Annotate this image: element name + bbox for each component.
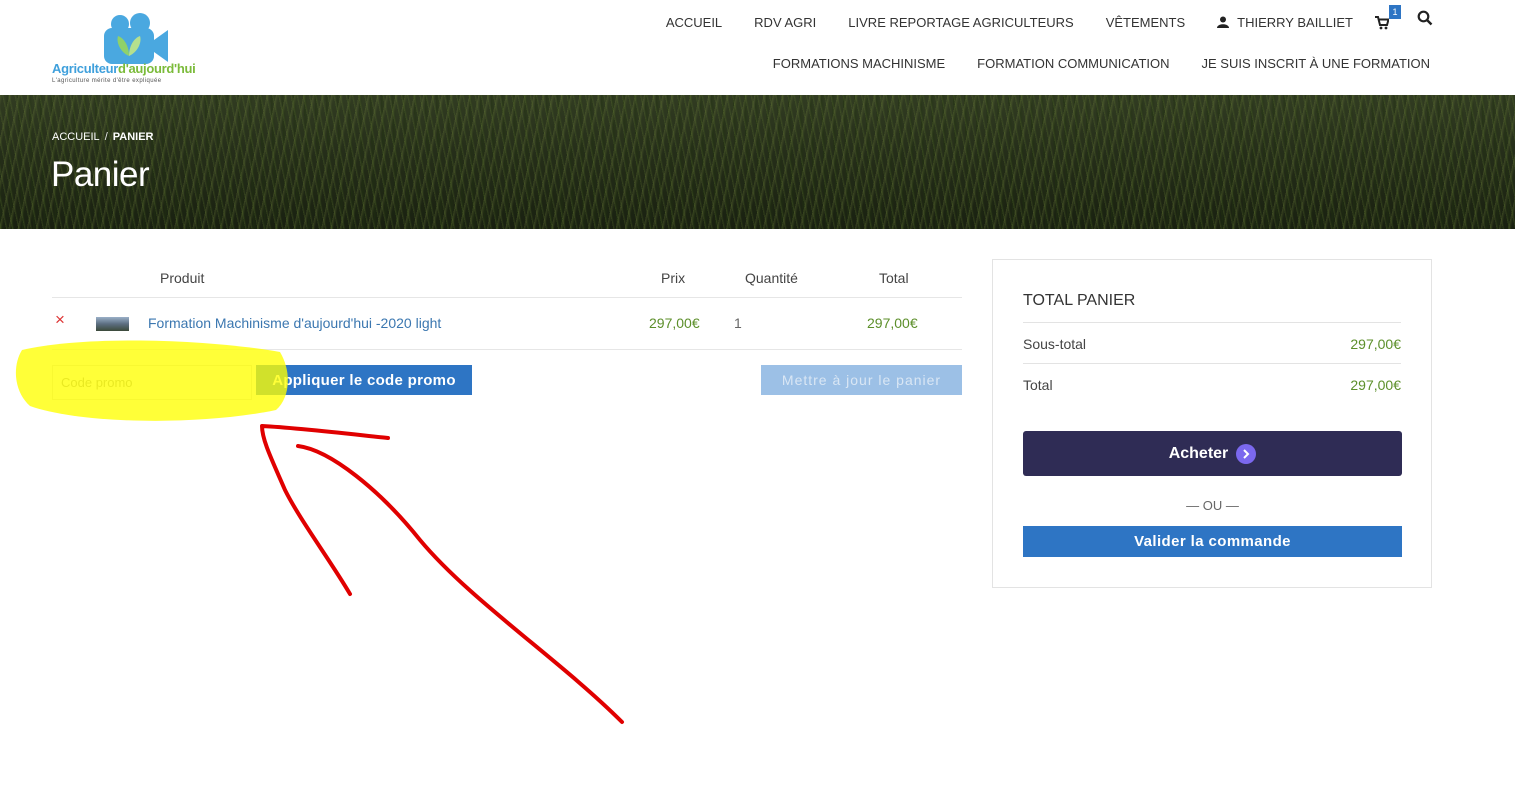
- camera-logo-icon: [104, 13, 168, 64]
- hero-overlay: [0, 95, 1515, 229]
- breadcrumb-current: PANIER: [112, 131, 154, 143]
- validate-order-button[interactable]: Valider la commande: [1023, 526, 1402, 557]
- cart-table-header: Produit Prix Quantité Total: [52, 262, 962, 298]
- nav-item-rdv-agri[interactable]: RDV AGRI: [754, 15, 816, 30]
- user-name: THIERRY BAILLIET: [1237, 14, 1353, 30]
- update-cart-button[interactable]: Mettre à jour le panier: [761, 365, 962, 395]
- header-product: Produit: [160, 270, 205, 286]
- user-icon: [1217, 16, 1230, 28]
- main-nav-row-1: ACCUEIL RDV AGRI LIVRE REPORTAGE AGRICUL…: [634, 13, 1431, 31]
- promo-code-input[interactable]: [52, 365, 252, 400]
- nav-item-user-account[interactable]: THIERRY BAILLIET: [1217, 15, 1353, 30]
- cart-totals-title: TOTAL PANIER: [1023, 292, 1136, 309]
- product-thumbnail[interactable]: [96, 317, 129, 331]
- main-nav-row-2: FORMATIONS MACHINISME FORMATION COMMUNIC…: [741, 54, 1430, 72]
- cart-count-badge: 1: [1389, 5, 1401, 19]
- nav-item-formation-communication[interactable]: FORMATION COMMUNICATION: [977, 56, 1169, 71]
- subtotal-row: Sous-total 297,00€: [1023, 336, 1401, 352]
- cart-row: × Formation Machinisme d'aujourd'hui -20…: [52, 298, 962, 350]
- buy-button-label: Acheter: [1168, 444, 1229, 462]
- site-logo[interactable]: Agriculteurd'aujourd'hui L'agriculture m…: [52, 8, 212, 88]
- item-price: 297,00€: [649, 315, 700, 331]
- apply-promo-button[interactable]: Appliquer le code promo: [256, 365, 472, 395]
- header-total: Total: [879, 270, 909, 286]
- product-name-link[interactable]: Formation Machinisme d'aujourd'hui -2020…: [148, 315, 441, 331]
- page-title: Panier: [51, 155, 150, 194]
- breadcrumb-separator: /: [104, 131, 108, 143]
- total-label: Total: [1023, 377, 1053, 393]
- subtotal-value: 297,00€: [1350, 336, 1401, 352]
- item-total: 297,00€: [867, 315, 918, 331]
- search-button[interactable]: [1417, 10, 1433, 26]
- header-price: Prix: [661, 270, 686, 286]
- nav-item-accueil[interactable]: ACCUEIL: [666, 15, 722, 30]
- total-value: 297,00€: [1350, 377, 1401, 393]
- header-quantity: Quantité: [745, 270, 798, 286]
- nav-item-livre-reportage[interactable]: LIVRE REPORTAGE AGRICULTEURS: [848, 15, 1073, 30]
- breadcrumb: ACCUEIL / PANIER: [52, 131, 154, 143]
- cart-table: Produit Prix Quantité Total × Formation …: [52, 262, 962, 410]
- nav-item-formations-machinisme[interactable]: FORMATIONS MACHINISME: [773, 56, 945, 71]
- search-icon: [1417, 10, 1433, 26]
- nav-item-inscrit-formation[interactable]: JE SUIS INSCRIT À UNE FORMATION: [1202, 56, 1430, 71]
- hero-banner: ACCUEIL / PANIER Panier: [0, 95, 1515, 229]
- subtotal-label: Sous-total: [1023, 336, 1087, 352]
- or-separator: — OU —: [1186, 498, 1239, 513]
- total-row: Total 297,00€: [1023, 377, 1401, 393]
- breadcrumb-home[interactable]: ACCUEIL: [52, 131, 100, 143]
- cart-totals-box: TOTAL PANIER Sous-total 297,00€ Total 29…: [992, 259, 1432, 588]
- cart-actions: Appliquer le code promo Mettre à jour le…: [52, 350, 962, 410]
- site-header: Agriculteurd'aujourd'hui L'agriculture m…: [0, 0, 1515, 95]
- cart-icon: [1375, 16, 1389, 30]
- nav-item-vetements[interactable]: VÊTEMENTS: [1106, 15, 1185, 30]
- divider: [1023, 322, 1401, 323]
- buy-button[interactable]: Acheter: [1023, 431, 1402, 476]
- chevron-right-icon: [1236, 443, 1257, 464]
- remove-item-icon[interactable]: ×: [55, 311, 69, 328]
- cart-button[interactable]: 1: [1375, 5, 1403, 30]
- item-quantity[interactable]: 1: [734, 315, 742, 331]
- logo-wordmark: Agriculteurd'aujourd'hui: [52, 61, 196, 76]
- logo-tagline: L'agriculture mérite d'être expliquée: [52, 78, 162, 84]
- divider: [1023, 363, 1401, 364]
- red-arrow-annotation: [260, 424, 624, 724]
